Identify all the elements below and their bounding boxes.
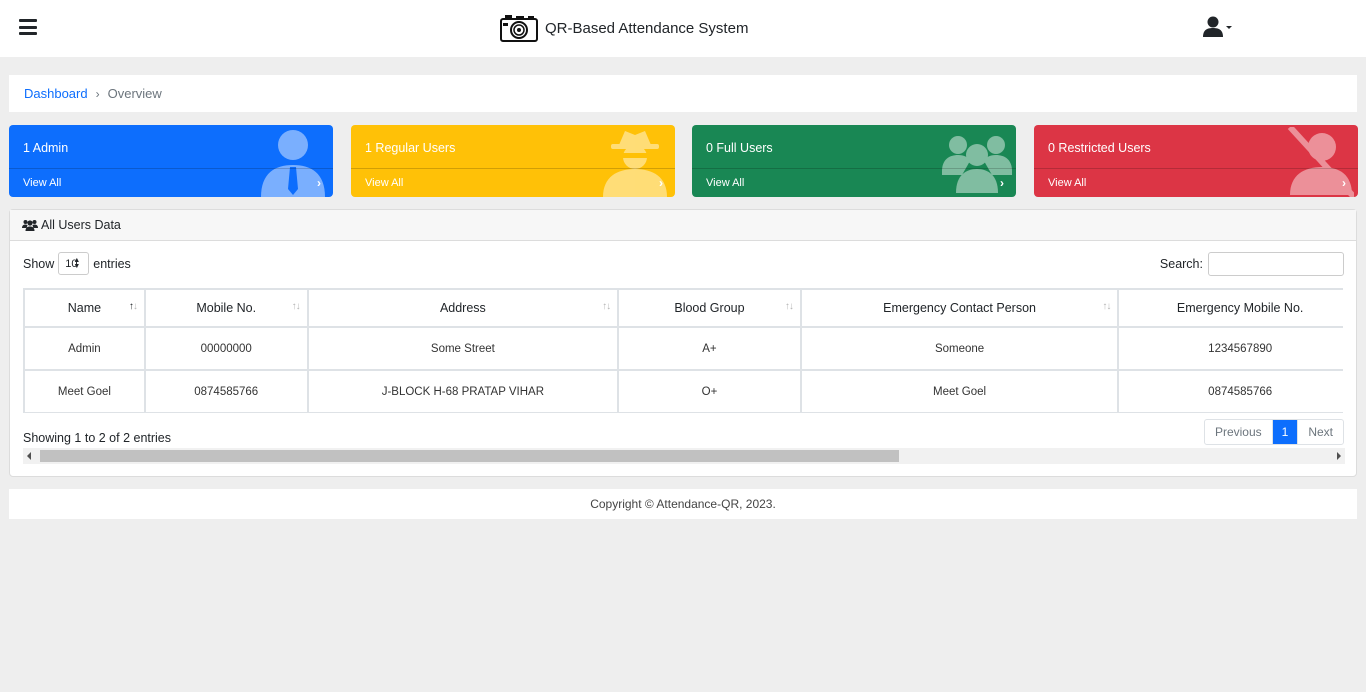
breadcrumb-current: Overview [107,86,162,101]
full-users-card: 0 Full Users View All › [692,125,1016,197]
breadcrumb: Dashboard › Overview [9,75,1357,112]
sort-icon: ↑↓ [784,301,794,312]
table-row: Meet Goel 0874585766 J-BLOCK H-68 PRATAP… [23,369,1343,413]
column-header-label: Name [67,301,102,315]
sort-asc-icon: ↑↓ [128,301,138,312]
full-users-card-title: 0 Full Users [706,141,773,155]
hamburger-icon[interactable] [19,19,37,35]
chevron-down-icon [1226,25,1232,29]
pagination: Previous 1 Next [1203,419,1344,445]
column-header-label: Emergency Contact Person [883,301,1036,315]
column-header-emergency-mobile[interactable]: Emergency Mobile No. [1117,288,1343,328]
users-table-container: Name ↑↓ Mobile No. ↑↓ Address ↑↓ Blood G… [23,288,1343,413]
table-info: Showing 1 to 2 of 2 entries [23,431,172,445]
sort-icon: ↑↓ [1102,301,1111,312]
users-data-panel: All Users Data Show 10 ▲ ▼ entries Search… [9,209,1357,477]
full-users-view-all-label: View All [706,177,745,189]
search-label: Search: [1159,257,1203,271]
table-cell: O+ [617,369,802,413]
column-header-label: Mobile No. [196,301,257,315]
table-header-row: Name ↑↓ Mobile No. ↑↓ Address ↑↓ Blood G… [23,288,1343,328]
user-menu-button[interactable] [1203,16,1232,38]
column-header-blood-group[interactable]: Blood Group ↑↓ [617,288,802,328]
top-navbar: QR-Based Attendance System [0,0,1366,57]
restricted-users-view-all-link[interactable]: View All › [1034,168,1358,197]
restricted-users-card-title: 0 Restricted Users [1048,141,1151,155]
chevron-right-icon: › [1000,176,1004,190]
sort-icon: ↑↓ [602,301,611,312]
table-cell: 00000000 [143,326,309,371]
regular-users-card-title: 1 Regular Users [365,141,456,155]
chevron-right-icon: › [317,176,321,190]
breadcrumb-separator: › [95,86,100,101]
table-cell: Someone [799,326,1120,371]
full-users-view-all-link[interactable]: View All › [692,168,1016,197]
column-header-label: Address [439,301,486,315]
regular-users-view-all-link[interactable]: View All › [351,168,675,197]
brand[interactable]: QR-Based Attendance System [500,14,748,42]
admin-view-all-label: View All [23,177,62,189]
column-header-label: Emergency Mobile No. [1176,301,1304,315]
next-page-button[interactable]: Next [1297,420,1343,444]
column-header-name[interactable]: Name ↑↓ [23,288,146,328]
admin-card-title: 1 Admin [23,141,69,155]
previous-page-button[interactable]: Previous [1205,420,1273,444]
search-input[interactable] [1208,252,1344,276]
table-cell: 0874585766 [143,369,309,413]
table-cell: Some Street [306,326,620,371]
column-header-mobile[interactable]: Mobile No. ↑↓ [143,288,309,328]
panel-title: All Users Data [41,218,121,232]
panel-header: All Users Data [10,210,1356,241]
table-row: Admin 00000000 Some Street A+ Someone 12… [23,326,1343,371]
horizontal-scrollbar[interactable] [23,448,1345,464]
sort-icon: ↑↓ [291,301,301,312]
users-table: Name ↑↓ Mobile No. ↑↓ Address ↑↓ Blood G… [23,288,1343,413]
table-cell: 0874585766 [1117,369,1343,413]
restricted-users-view-all-label: View All [1048,177,1087,189]
table-cell: Meet Goel [23,369,146,413]
copyright-text: Copyright © Attendance-QR, 2023. [590,497,776,511]
chevron-right-icon: › [659,176,663,190]
admin-card: 1 Admin View All › [9,125,333,197]
page-length-control: Show 10 ▲ ▼ entries [23,252,131,275]
chevron-right-icon: › [1342,176,1346,190]
show-label: Show [23,256,55,271]
user-icon [1203,16,1223,37]
table-cell: J-BLOCK H-68 PRATAP VIHAR [306,369,620,413]
column-header-emergency-contact[interactable]: Emergency Contact Person ↑↓ [799,288,1120,328]
footer: Copyright © Attendance-QR, 2023. [9,489,1357,519]
column-header-address[interactable]: Address ↑↓ [306,288,620,328]
table-cell: 1234567890 [1117,326,1343,371]
breadcrumb-dashboard-link[interactable]: Dashboard [24,86,88,101]
table-cell: Meet Goel [799,369,1120,413]
users-icon [22,220,38,231]
column-header-label: Blood Group [674,301,745,315]
scrollbar-thumb[interactable] [40,450,899,462]
search-control: Search: [1160,252,1344,276]
camera-icon [500,15,538,42]
page-length-select[interactable]: 10 ▲ ▼ [58,252,90,275]
scroll-left-icon[interactable] [27,452,31,460]
admin-view-all-link[interactable]: View All › [9,168,333,197]
regular-users-view-all-label: View All [365,177,404,189]
table-cell: A+ [617,326,802,371]
app-title: QR-Based Attendance System [545,19,749,37]
scroll-right-icon[interactable] [1337,452,1341,460]
regular-users-card: 1 Regular Users View All › [351,125,675,197]
sort-arrows-icon: ▲ ▼ [73,257,81,270]
page-1-button[interactable]: 1 [1272,420,1298,444]
restricted-users-card: 0 Restricted Users View All › [1034,125,1358,197]
entries-label: entries [93,256,131,271]
table-cell: Admin [23,326,146,371]
